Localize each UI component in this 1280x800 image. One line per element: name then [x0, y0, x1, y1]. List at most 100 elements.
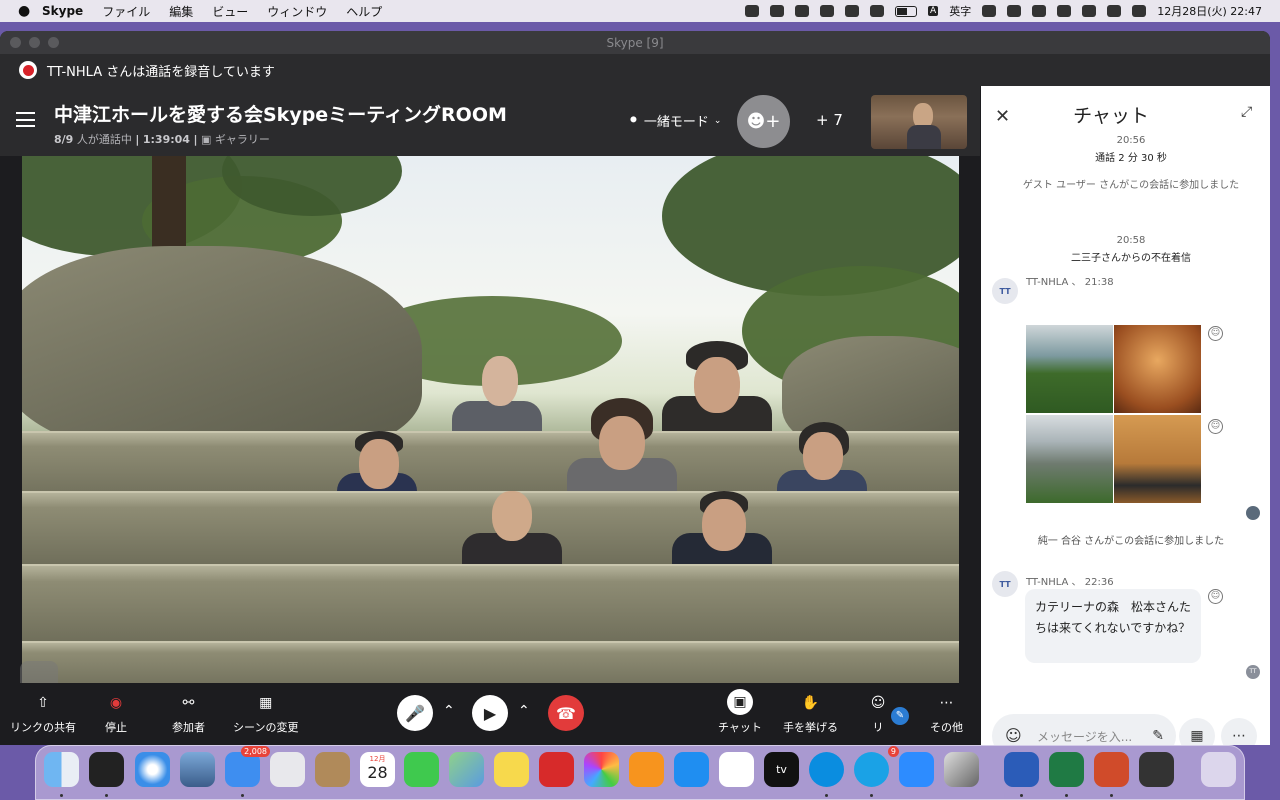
- assistant-icon[interactable]: [820, 5, 835, 17]
- reminders-icon[interactable]: [719, 752, 754, 787]
- volume-icon[interactable]: [845, 5, 860, 17]
- pen-icon[interactable]: ✎: [891, 707, 909, 725]
- menu-app-name[interactable]: Skype: [42, 4, 83, 18]
- self-view-video[interactable]: [871, 95, 967, 149]
- minimize-window-button[interactable]: [29, 37, 40, 48]
- call-duration-event: 通話 2 分 30 秒: [1095, 153, 1167, 164]
- bluetooth-icon[interactable]: [870, 5, 885, 17]
- more-options-button[interactable]: ⋯ その他: [930, 695, 963, 735]
- participants-label: 参加者: [172, 721, 205, 734]
- emoji-icon[interactable]: ☺: [1005, 726, 1025, 745]
- clock[interactable]: 12月28日(火) 22:47: [1157, 3, 1262, 19]
- control-center-icon[interactable]: [1107, 5, 1122, 17]
- check-icon[interactable]: [745, 5, 760, 17]
- add-reaction-icon[interactable]: ☺: [1208, 589, 1223, 604]
- attach-media-button[interactable]: ▦: [1179, 718, 1215, 745]
- maps-icon[interactable]: [449, 752, 484, 787]
- stop-recording-button[interactable]: ◉ 停止: [105, 695, 127, 735]
- shared-photo[interactable]: [1114, 415, 1201, 503]
- trash-icon[interactable]: [1201, 752, 1236, 787]
- shared-photo[interactable]: [1114, 325, 1201, 413]
- calendar-icon[interactable]: 12月 28: [360, 752, 395, 787]
- reactions-label: リ: [872, 721, 884, 734]
- menu-edit[interactable]: 編集: [169, 3, 193, 20]
- message-composer[interactable]: ☺ メッセージを入... ✎: [992, 714, 1176, 745]
- search-icon[interactable]: [1082, 5, 1097, 17]
- avatar[interactable]: TT: [992, 278, 1018, 304]
- reactions-button[interactable]: ☺ リ: [870, 695, 886, 735]
- powerpoint-icon[interactable]: [1094, 752, 1129, 797]
- keyboard-icon[interactable]: [1032, 5, 1047, 17]
- more-chat-options-button[interactable]: ⋯: [1221, 718, 1257, 745]
- printer-icon[interactable]: [1139, 752, 1174, 787]
- app-store-icon[interactable]: [674, 752, 709, 787]
- end-call-button[interactable]: ☎: [548, 695, 584, 731]
- title-bar: Skype [9]: [0, 31, 1270, 54]
- word-icon[interactable]: [1004, 752, 1039, 797]
- mail-icon[interactable]: 2,008: [225, 746, 270, 797]
- add-reaction-icon[interactable]: ☺: [1208, 326, 1223, 341]
- self-view-body: [907, 125, 941, 149]
- video-button[interactable]: ▶: [472, 695, 508, 731]
- safari-icon[interactable]: [135, 752, 170, 787]
- input-source-icon[interactable]: A: [928, 6, 939, 16]
- time-machine-icon[interactable]: [1057, 5, 1072, 17]
- video-options-chevron-icon[interactable]: ⌃: [518, 703, 530, 719]
- skype-for-business-icon[interactable]: 9: [854, 746, 899, 797]
- window-controls: [10, 37, 59, 48]
- mission-control-icon[interactable]: [89, 752, 124, 797]
- maps-drive-icon[interactable]: [944, 752, 979, 787]
- menu-icon[interactable]: [16, 112, 35, 127]
- launchpad-icon[interactable]: [270, 752, 305, 787]
- close-window-button[interactable]: [10, 37, 21, 48]
- battery-icon[interactable]: [895, 5, 918, 17]
- mic-options-chevron-icon[interactable]: ⌃: [443, 703, 455, 719]
- format-text-icon[interactable]: ✎: [1152, 728, 1164, 744]
- wifi-icon[interactable]: [982, 5, 997, 17]
- mute-button[interactable]: 🎤: [397, 695, 433, 731]
- together-mode-dropdown[interactable]: ⚫ 一緒モード ⌄: [628, 111, 721, 130]
- message-bubble[interactable]: カテリーナの森 松本さんたちは来てくれないですかね？: [1025, 589, 1201, 663]
- change-scene-button[interactable]: ▦ シーンの変更: [233, 695, 298, 735]
- menu-view[interactable]: ビュー: [212, 3, 248, 20]
- finder-icon[interactable]: [44, 752, 79, 797]
- zoom-window-button[interactable]: [48, 37, 59, 48]
- books-icon[interactable]: [629, 752, 664, 787]
- expand-icon[interactable]: ⤢: [1241, 104, 1252, 120]
- more-participants-count[interactable]: + 7: [816, 111, 843, 129]
- user-icon[interactable]: [1007, 5, 1022, 17]
- message-input[interactable]: メッセージを入...: [1037, 728, 1132, 745]
- skype-icon[interactable]: [809, 752, 844, 797]
- menu-window[interactable]: ウィンドウ: [267, 3, 327, 20]
- rock: [22, 246, 422, 456]
- shared-photo[interactable]: [1026, 415, 1113, 503]
- menu-help[interactable]: ヘルプ: [346, 3, 382, 20]
- avatar[interactable]: TT: [992, 571, 1018, 597]
- preview-icon[interactable]: [180, 752, 215, 787]
- raise-hand-button[interactable]: ✋ 手を挙げる: [783, 695, 838, 735]
- notes-icon[interactable]: [494, 752, 529, 787]
- share-link-button[interactable]: ⇧ リンクの共有: [10, 695, 76, 735]
- photos-icon[interactable]: [584, 752, 619, 787]
- menu-file[interactable]: ファイル: [102, 3, 150, 20]
- messages-icon[interactable]: [404, 752, 439, 787]
- chat-button[interactable]: ▣ チャット: [718, 689, 762, 735]
- apple-tv-icon[interactable]: tv: [764, 752, 799, 787]
- microphone-icon: 🎤: [405, 703, 425, 723]
- add-participant-button[interactable]: ☻+: [737, 95, 790, 148]
- view-mode-label[interactable]: ギャラリー: [215, 133, 270, 146]
- shared-photo[interactable]: [1026, 325, 1113, 413]
- excel-icon[interactable]: [1049, 752, 1084, 797]
- together-mode-label: 一緒モード: [643, 115, 709, 130]
- zoom-icon[interactable]: [899, 752, 934, 787]
- control-icon[interactable]: [770, 5, 785, 17]
- add-reaction-icon[interactable]: ☺: [1208, 419, 1223, 434]
- contacts-icon[interactable]: [315, 752, 350, 787]
- apple-icon[interactable]: ●: [18, 4, 32, 18]
- photo-booth-icon[interactable]: [539, 752, 574, 787]
- chat-panel: ✕ チャット ⤢ 20:56 通話 2 分 30 秒 ゲスト ユーザー さんがこ…: [981, 86, 1270, 745]
- more-icon: ⋯: [939, 695, 954, 711]
- siri-icon[interactable]: [1132, 5, 1147, 17]
- play-icon[interactable]: [795, 5, 810, 17]
- participants-button[interactable]: ⚯ 参加者: [172, 695, 205, 735]
